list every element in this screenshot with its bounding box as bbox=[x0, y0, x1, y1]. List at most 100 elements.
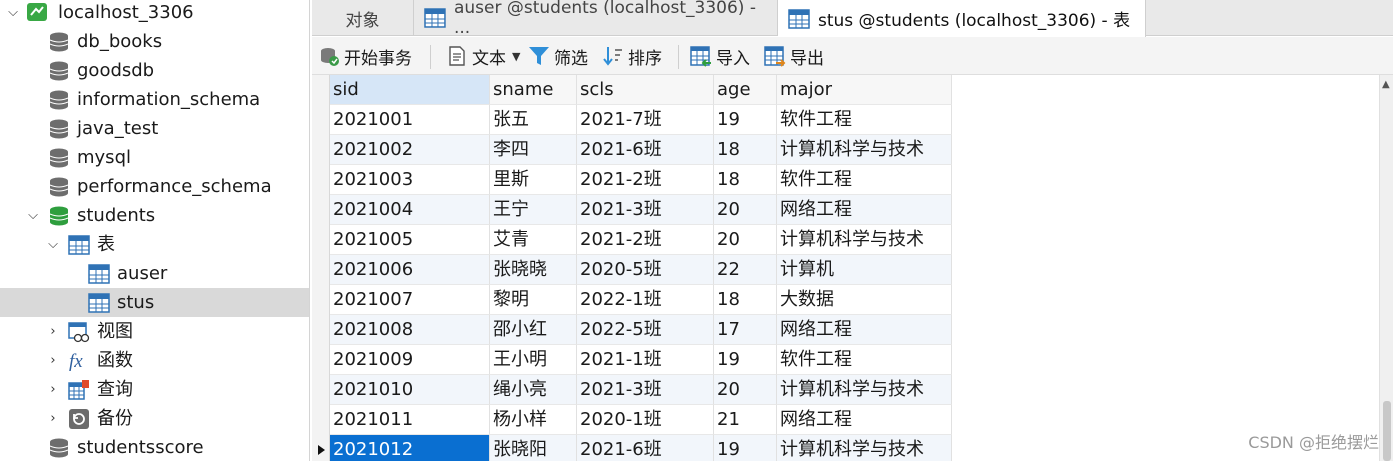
table-cell-sid[interactable]: 2021008 bbox=[330, 315, 490, 345]
column-header-sname[interactable]: sname bbox=[490, 75, 577, 105]
table-cell-sname[interactable]: 王宁 bbox=[490, 195, 577, 225]
table-cell-scls[interactable]: 2020-1班 bbox=[577, 405, 714, 435]
table-cell-sid[interactable]: 2021003 bbox=[330, 165, 490, 195]
table-cell-sid[interactable]: 2021002 bbox=[330, 135, 490, 165]
tree-db-goodsdb[interactable]: goodsdb bbox=[0, 56, 309, 85]
table-cell-sname[interactable]: 邵小红 bbox=[490, 315, 577, 345]
table-cell-scls[interactable]: 2022-1班 bbox=[577, 285, 714, 315]
table-cell-sname[interactable]: 艾青 bbox=[490, 225, 577, 255]
table-cell-scls[interactable]: 2021-6班 bbox=[577, 435, 714, 461]
tab-objects[interactable]: 对象 bbox=[312, 0, 414, 36]
chevron-right-icon[interactable]: › bbox=[46, 382, 60, 397]
begin-transaction-button[interactable]: 开始事务 bbox=[318, 37, 412, 75]
tree-db-db_books[interactable]: db_books bbox=[0, 27, 309, 56]
tree-backups-group[interactable]: › 备份 bbox=[0, 404, 309, 433]
table-cell-sname[interactable]: 杨小样 bbox=[490, 405, 577, 435]
tree-tables-group[interactable]: ⌵ 表 bbox=[0, 230, 309, 259]
table-cell-scls[interactable]: 2022-5班 bbox=[577, 315, 714, 345]
table-cell-scls[interactable]: 2021-2班 bbox=[577, 165, 714, 195]
table-cell-sid[interactable]: 2021009 bbox=[330, 345, 490, 375]
table-cell-sid[interactable]: 2021010 bbox=[330, 375, 490, 405]
table-cell-major[interactable]: 软件工程 bbox=[777, 165, 952, 195]
tree-db-students[interactable]: ⌵ students bbox=[0, 201, 309, 230]
tree-db-studentsscore[interactable]: studentsscore bbox=[0, 433, 309, 461]
table-cell-sname[interactable]: 张晓阳 bbox=[490, 435, 577, 461]
table-cell-sid[interactable]: 2021005 bbox=[330, 225, 490, 255]
import-button[interactable]: 导入 bbox=[690, 37, 750, 75]
column-header-major[interactable]: major bbox=[777, 75, 952, 105]
chevron-down-icon[interactable]: ⌵ bbox=[46, 237, 60, 252]
table-cell-age[interactable]: 19 bbox=[714, 345, 777, 375]
table-cell-age[interactable]: 20 bbox=[714, 375, 777, 405]
table-cell-major[interactable]: 网络工程 bbox=[777, 405, 952, 435]
table-cell-age[interactable]: 22 bbox=[714, 255, 777, 285]
table-cell-scls[interactable]: 2021-3班 bbox=[577, 195, 714, 225]
tree-db-performance_schema[interactable]: performance_schema bbox=[0, 172, 309, 201]
table-cell-scls[interactable]: 2021-3班 bbox=[577, 375, 714, 405]
table-cell-major[interactable]: 计算机科学与技术 bbox=[777, 435, 952, 461]
table-cell-major[interactable]: 计算机科学与技术 bbox=[777, 135, 952, 165]
table-cell-major[interactable]: 软件工程 bbox=[777, 345, 952, 375]
vertical-scrollbar[interactable]: ▲ bbox=[1379, 75, 1393, 461]
table-cell-sid[interactable]: 2021004 bbox=[330, 195, 490, 225]
chevron-down-icon[interactable]: ⌵ bbox=[26, 208, 40, 223]
table-cell-sid[interactable]: 2021006 bbox=[330, 255, 490, 285]
table-cell-sid[interactable]: 2021001 bbox=[330, 105, 490, 135]
table-cell-sname[interactable]: 张晓晓 bbox=[490, 255, 577, 285]
table-cell-sid[interactable]: 2021012 bbox=[330, 435, 490, 461]
table-cell-major[interactable]: 网络工程 bbox=[777, 315, 952, 345]
table-cell-sname[interactable]: 里斯 bbox=[490, 165, 577, 195]
tab-stus[interactable]: stus @students (localhost_3306) - 表 bbox=[778, 0, 1146, 37]
table-cell-age[interactable]: 19 bbox=[714, 435, 777, 461]
tree-views-group[interactable]: › 视图 bbox=[0, 317, 309, 346]
column-header-age[interactable]: age bbox=[714, 75, 777, 105]
scroll-up-icon[interactable]: ▲ bbox=[1382, 79, 1390, 90]
table-cell-age[interactable]: 19 bbox=[714, 105, 777, 135]
tree-db-java_test[interactable]: java_test bbox=[0, 114, 309, 143]
table-cell-scls[interactable]: 2021-7班 bbox=[577, 105, 714, 135]
table-cell-sname[interactable]: 黎明 bbox=[490, 285, 577, 315]
table-cell-sid[interactable]: 2021007 bbox=[330, 285, 490, 315]
chevron-down-icon[interactable]: ⌵ bbox=[6, 5, 20, 20]
tree-connection[interactable]: ⌵ localhost_3306 bbox=[0, 0, 309, 27]
table-cell-sname[interactable]: 绳小亮 bbox=[490, 375, 577, 405]
column-header-sid[interactable]: sid bbox=[330, 75, 490, 105]
table-cell-major[interactable]: 软件工程 bbox=[777, 105, 952, 135]
table-cell-age[interactable]: 20 bbox=[714, 195, 777, 225]
table-cell-major[interactable]: 计算机科学与技术 bbox=[777, 225, 952, 255]
tree-db-mysql[interactable]: mysql bbox=[0, 143, 309, 172]
table-cell-scls[interactable]: 2021-1班 bbox=[577, 345, 714, 375]
sort-button[interactable]: 排序 bbox=[602, 37, 662, 75]
table-cell-age[interactable]: 18 bbox=[714, 135, 777, 165]
table-cell-major[interactable]: 计算机科学与技术 bbox=[777, 375, 952, 405]
table-cell-sname[interactable]: 李四 bbox=[490, 135, 577, 165]
table-cell-age[interactable]: 21 bbox=[714, 405, 777, 435]
tree-table-stus[interactable]: stus bbox=[0, 288, 309, 317]
export-button[interactable]: 导出 bbox=[764, 37, 824, 75]
table-cell-major[interactable]: 大数据 bbox=[777, 285, 952, 315]
table-cell-sname[interactable]: 王小明 bbox=[490, 345, 577, 375]
table-cell-age[interactable]: 18 bbox=[714, 165, 777, 195]
tab-auser[interactable]: auser @students (localhost_3306) - ... bbox=[414, 0, 778, 38]
table-cell-sname[interactable]: 张五 bbox=[490, 105, 577, 135]
table-cell-scls[interactable]: 2020-5班 bbox=[577, 255, 714, 285]
tree-queries-group[interactable]: › 查询 bbox=[0, 375, 309, 404]
table-cell-age[interactable]: 17 bbox=[714, 315, 777, 345]
table-cell-sid[interactable]: 2021011 bbox=[330, 405, 490, 435]
table-cell-scls[interactable]: 2021-2班 bbox=[577, 225, 714, 255]
dropdown-arrow-icon[interactable]: ▼ bbox=[512, 50, 520, 63]
column-header-scls[interactable]: scls bbox=[577, 75, 714, 105]
text-button[interactable]: 文本 ▼ bbox=[446, 37, 520, 75]
chevron-right-icon[interactable]: › bbox=[46, 324, 60, 339]
chevron-right-icon[interactable]: › bbox=[46, 353, 60, 368]
filter-button[interactable]: 筛选 bbox=[528, 37, 588, 75]
table-cell-major[interactable]: 计算机 bbox=[777, 255, 952, 285]
table-cell-age[interactable]: 18 bbox=[714, 285, 777, 315]
scrollbar-thumb[interactable] bbox=[1383, 401, 1391, 461]
tree-db-information_schema[interactable]: information_schema bbox=[0, 85, 309, 114]
tree-functions-group[interactable]: › fx 函数 bbox=[0, 346, 309, 375]
tree-table-auser[interactable]: auser bbox=[0, 259, 309, 288]
table-cell-major[interactable]: 网络工程 bbox=[777, 195, 952, 225]
chevron-right-icon[interactable]: › bbox=[46, 411, 60, 426]
table-cell-scls[interactable]: 2021-6班 bbox=[577, 135, 714, 165]
